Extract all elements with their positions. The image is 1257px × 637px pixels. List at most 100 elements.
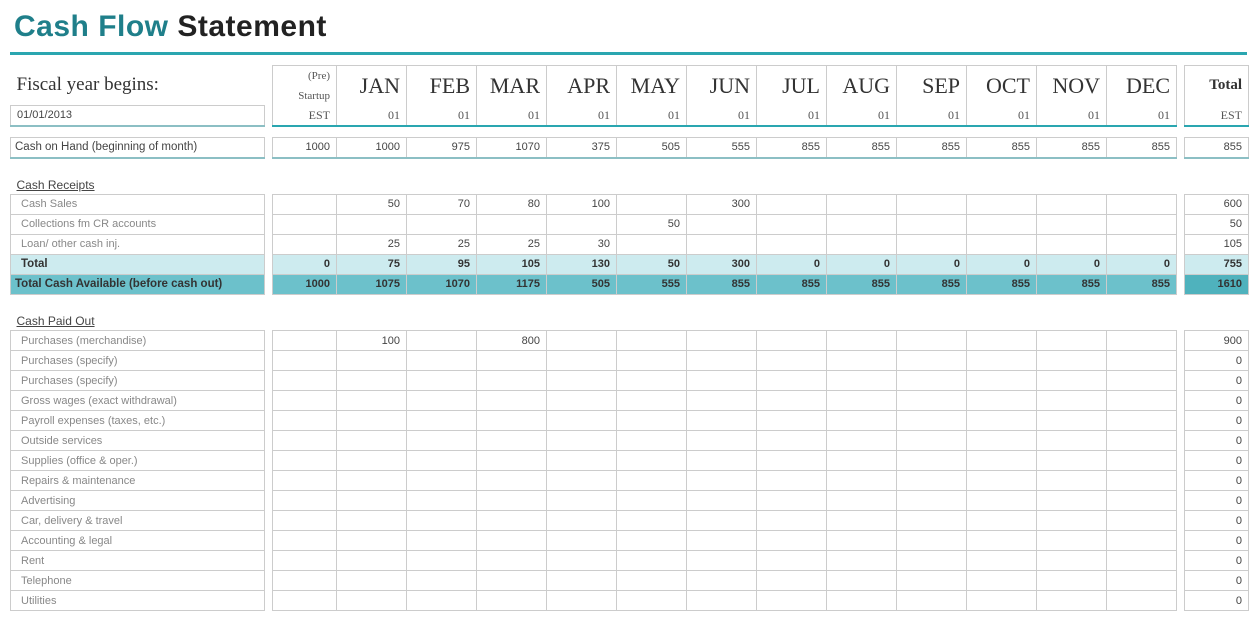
value-cell[interactable]: 1000 xyxy=(273,138,337,158)
value-cell[interactable]: 800 xyxy=(477,331,547,351)
value-cell[interactable] xyxy=(897,471,967,491)
value-cell[interactable] xyxy=(477,451,547,471)
value-cell[interactable] xyxy=(827,471,897,491)
value-cell[interactable] xyxy=(1037,391,1107,411)
value-cell[interactable] xyxy=(1107,451,1177,471)
value-cell[interactable] xyxy=(757,591,827,611)
value-cell[interactable] xyxy=(617,511,687,531)
value-cell[interactable] xyxy=(1107,511,1177,531)
value-cell[interactable]: 50 xyxy=(337,194,407,214)
value-cell[interactable] xyxy=(827,551,897,571)
value-cell[interactable] xyxy=(547,451,617,471)
value-cell[interactable] xyxy=(1037,491,1107,511)
value-cell[interactable] xyxy=(967,571,1037,591)
value-cell[interactable] xyxy=(827,391,897,411)
value-cell[interactable] xyxy=(337,391,407,411)
value-cell[interactable] xyxy=(1107,571,1177,591)
value-cell[interactable] xyxy=(757,551,827,571)
value-cell[interactable] xyxy=(827,531,897,551)
value-cell[interactable] xyxy=(407,411,477,431)
value-cell[interactable] xyxy=(1107,431,1177,451)
value-cell[interactable] xyxy=(273,194,337,214)
value-cell[interactable] xyxy=(827,214,897,234)
value-cell[interactable] xyxy=(273,391,337,411)
value-cell[interactable] xyxy=(407,371,477,391)
value-cell[interactable] xyxy=(617,371,687,391)
value-cell[interactable] xyxy=(617,531,687,551)
value-cell[interactable] xyxy=(1107,531,1177,551)
value-cell[interactable]: 855 xyxy=(897,138,967,158)
value-cell[interactable] xyxy=(617,351,687,371)
value-cell[interactable] xyxy=(617,471,687,491)
value-cell[interactable]: 70 xyxy=(407,194,477,214)
value-cell[interactable] xyxy=(337,214,407,234)
value-cell[interactable]: 505 xyxy=(617,138,687,158)
value-cell[interactable] xyxy=(1037,234,1107,254)
value-cell[interactable] xyxy=(1037,511,1107,531)
value-cell[interactable] xyxy=(477,214,547,234)
value-cell[interactable] xyxy=(687,351,757,371)
value-cell[interactable] xyxy=(273,551,337,571)
value-cell[interactable] xyxy=(273,331,337,351)
value-cell[interactable] xyxy=(407,591,477,611)
value-cell[interactable] xyxy=(273,531,337,551)
value-cell[interactable] xyxy=(757,371,827,391)
value-cell[interactable] xyxy=(547,214,617,234)
value-cell[interactable] xyxy=(687,471,757,491)
value-cell[interactable] xyxy=(407,431,477,451)
value-cell[interactable] xyxy=(617,591,687,611)
value-cell[interactable] xyxy=(897,571,967,591)
value-cell[interactable] xyxy=(547,571,617,591)
value-cell[interactable] xyxy=(1037,214,1107,234)
value-cell[interactable] xyxy=(547,431,617,451)
value-cell[interactable] xyxy=(337,431,407,451)
value-cell[interactable] xyxy=(617,194,687,214)
value-cell[interactable] xyxy=(407,531,477,551)
value-cell[interactable] xyxy=(827,491,897,511)
value-cell[interactable] xyxy=(617,411,687,431)
value-cell[interactable] xyxy=(547,411,617,431)
value-cell[interactable] xyxy=(617,491,687,511)
value-cell[interactable] xyxy=(687,431,757,451)
value-cell[interactable]: 50 xyxy=(617,214,687,234)
value-cell[interactable]: 855 xyxy=(827,138,897,158)
value-cell[interactable] xyxy=(757,471,827,491)
value-cell[interactable] xyxy=(477,571,547,591)
value-cell[interactable] xyxy=(337,531,407,551)
value-cell[interactable] xyxy=(757,194,827,214)
value-cell[interactable] xyxy=(407,331,477,351)
value-cell[interactable] xyxy=(547,471,617,491)
value-cell[interactable] xyxy=(687,551,757,571)
value-cell[interactable] xyxy=(757,351,827,371)
value-cell[interactable] xyxy=(827,411,897,431)
value-cell[interactable]: 555 xyxy=(687,138,757,158)
value-cell[interactable] xyxy=(407,511,477,531)
value-cell[interactable] xyxy=(477,351,547,371)
value-cell[interactable] xyxy=(967,511,1037,531)
value-cell[interactable] xyxy=(1037,331,1107,351)
value-cell[interactable] xyxy=(477,471,547,491)
value-cell[interactable] xyxy=(827,451,897,471)
value-cell[interactable]: 25 xyxy=(337,234,407,254)
value-cell[interactable] xyxy=(827,571,897,591)
value-cell[interactable] xyxy=(897,214,967,234)
value-cell[interactable] xyxy=(757,214,827,234)
value-cell[interactable] xyxy=(687,511,757,531)
value-cell[interactable] xyxy=(547,531,617,551)
value-cell[interactable] xyxy=(757,531,827,551)
value-cell[interactable] xyxy=(337,371,407,391)
value-cell[interactable] xyxy=(1037,531,1107,551)
value-cell[interactable] xyxy=(477,411,547,431)
value-cell[interactable] xyxy=(1107,391,1177,411)
value-cell[interactable] xyxy=(967,551,1037,571)
value-cell[interactable] xyxy=(617,331,687,351)
value-cell[interactable]: 300 xyxy=(687,194,757,214)
value-cell[interactable] xyxy=(1037,371,1107,391)
value-cell[interactable] xyxy=(477,511,547,531)
value-cell[interactable] xyxy=(547,371,617,391)
value-cell[interactable]: 80 xyxy=(477,194,547,214)
value-cell[interactable] xyxy=(617,571,687,591)
value-cell[interactable] xyxy=(967,471,1037,491)
value-cell[interactable] xyxy=(687,531,757,551)
value-cell[interactable] xyxy=(967,491,1037,511)
